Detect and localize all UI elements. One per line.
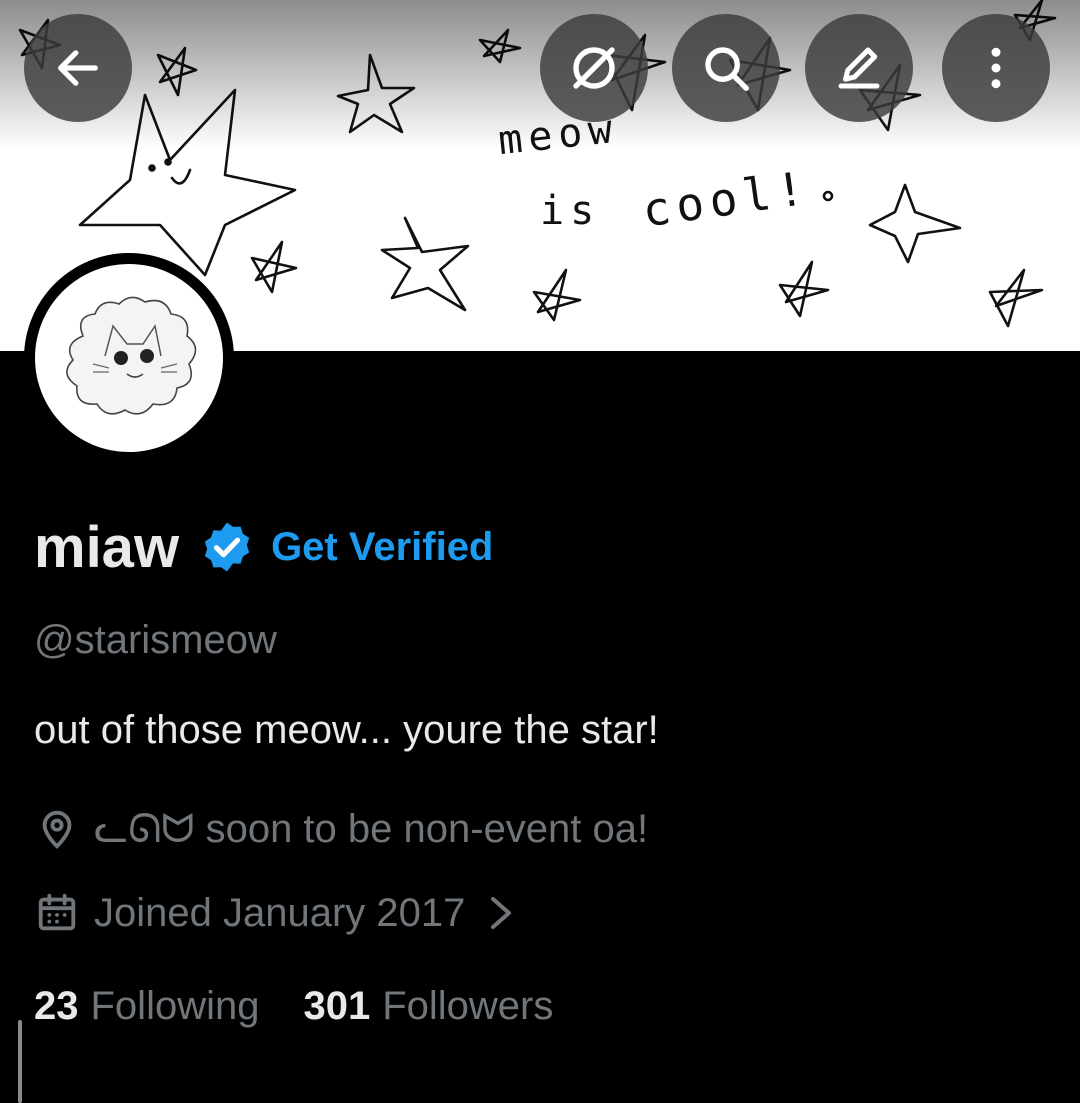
followers-label: Followers <box>382 984 554 1028</box>
more-vertical-icon <box>991 47 1001 89</box>
following-count: 23 <box>34 984 79 1028</box>
banner-text-is: is <box>540 188 601 234</box>
followers-link[interactable]: 301 Followers <box>303 984 553 1029</box>
avatar[interactable] <box>24 253 234 463</box>
chevron-right-icon <box>491 897 512 929</box>
search-button[interactable] <box>672 14 780 122</box>
calendar-icon <box>38 893 76 931</box>
profile-stats: 23 Following 301 Followers <box>34 984 553 1029</box>
back-button[interactable] <box>24 14 132 122</box>
profile-joined[interactable]: Joined January 2017 <box>34 890 515 936</box>
get-verified-link[interactable]: Get Verified <box>271 525 493 570</box>
grok-button[interactable] <box>540 14 648 122</box>
scrollbar-thumb[interactable] <box>18 1020 22 1103</box>
profile-location: ᓚᘏᗢ soon to be non-event oa! <box>34 806 648 852</box>
search-icon <box>705 47 749 91</box>
edit-button[interactable] <box>805 14 913 122</box>
verified-badge-icon[interactable] <box>199 519 255 575</box>
back-arrow-icon <box>58 50 98 86</box>
following-link[interactable]: 23 Following <box>34 984 259 1029</box>
grok-icon <box>573 47 615 89</box>
joined-text: Joined January 2017 <box>94 890 466 935</box>
edit-icon <box>838 47 880 89</box>
display-name: miaw <box>34 514 180 580</box>
profile-handle: @starismeow <box>34 618 277 662</box>
followers-count: 301 <box>303 984 371 1028</box>
location-text: ᓚᘏᗢ soon to be non-event oa! <box>94 807 649 851</box>
profile-name-row: miaw Get Verified <box>34 512 493 582</box>
avatar-image <box>35 264 223 452</box>
location-pin-icon <box>42 810 72 849</box>
more-options-button[interactable] <box>942 14 1050 122</box>
cat-cloud-drawing <box>66 296 197 415</box>
following-label: Following <box>90 984 260 1028</box>
profile-bio: out of those meow... youre the star! <box>34 708 659 752</box>
